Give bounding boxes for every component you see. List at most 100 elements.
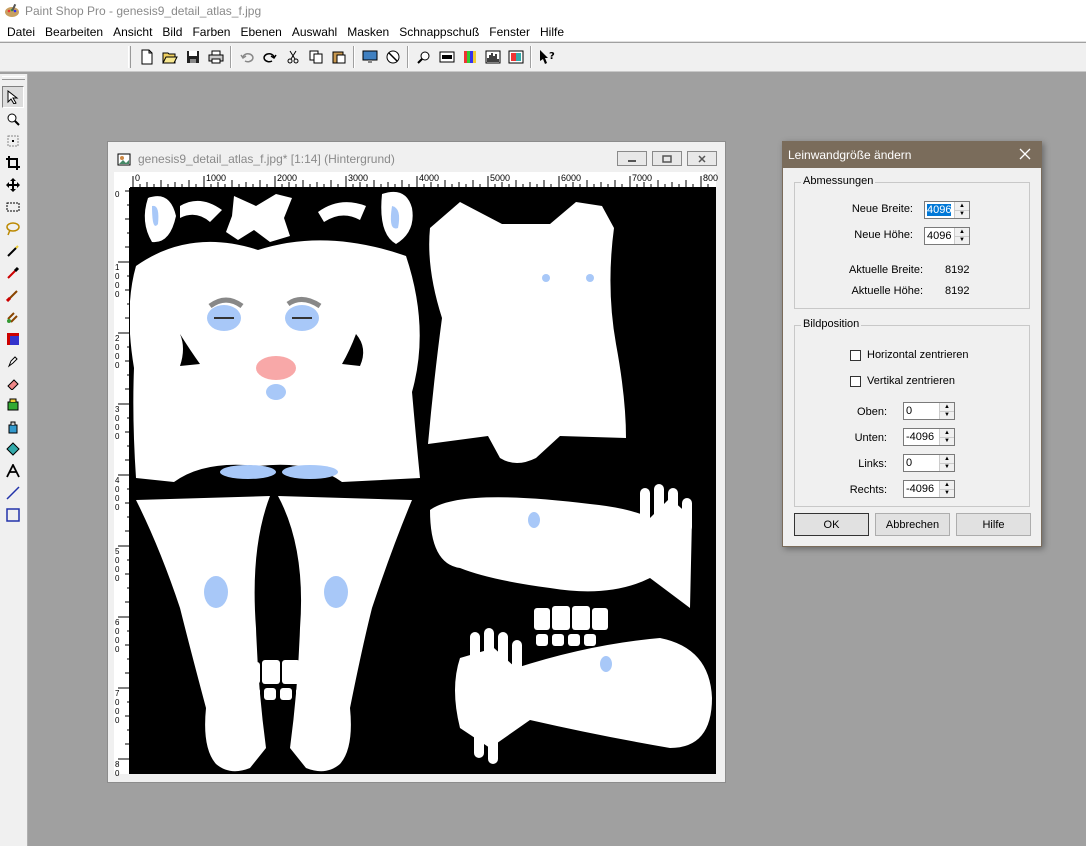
arrow-tool-icon[interactable] [2, 86, 24, 108]
left-label: Links: [858, 458, 887, 470]
spin-up-icon[interactable]: ▲ [940, 429, 954, 437]
top-row: Oben: [795, 406, 887, 418]
new-width-value[interactable]: 4096 [927, 204, 952, 216]
airbrush-tool-icon[interactable] [2, 416, 24, 438]
minimize-button[interactable] [617, 151, 647, 166]
top-value[interactable]: 0 [906, 405, 912, 417]
histogram-icon[interactable] [481, 46, 504, 68]
spin-down-icon[interactable]: ▼ [940, 462, 954, 471]
menu-schnappschuss[interactable]: Schnappschuß [394, 25, 484, 39]
checkbox-box[interactable] [850, 349, 861, 361]
spin-up-icon[interactable]: ▲ [940, 455, 954, 463]
zoom-icon[interactable] [412, 46, 435, 68]
retouch-tool-icon[interactable] [2, 350, 24, 372]
selection-tool-icon[interactable] [2, 196, 24, 218]
checkbox-box[interactable] [850, 375, 861, 387]
spin-up-icon[interactable]: ▲ [940, 481, 954, 489]
left-spinner[interactable]: 0 ▲ ▼ [903, 454, 955, 472]
cut-icon[interactable] [281, 46, 304, 68]
toolbar-separator [230, 46, 232, 68]
minimize-icon [628, 159, 636, 162]
spin-down-icon[interactable]: ▼ [955, 209, 969, 218]
spin-up-icon[interactable]: ▲ [955, 202, 969, 210]
deform-tool-icon[interactable] [2, 130, 24, 152]
toolbar-grip[interactable] [128, 46, 131, 68]
new-height-value[interactable]: 4096 [927, 230, 951, 242]
overview-icon[interactable] [435, 46, 458, 68]
menu-datei[interactable]: Datei [2, 25, 40, 39]
shapes-tool-icon[interactable] [2, 504, 24, 526]
ruler-label: 6000 [561, 173, 582, 183]
left-value[interactable]: 0 [906, 457, 912, 469]
tool-palette [0, 74, 28, 846]
bottom-spinner[interactable]: -4096 ▲ ▼ [903, 428, 955, 446]
spin-down-icon[interactable]: ▼ [940, 488, 954, 497]
save-icon[interactable] [181, 46, 204, 68]
close-window-button[interactable] [687, 151, 717, 166]
clone-brush-tool-icon[interactable] [2, 306, 24, 328]
spin-down-icon[interactable]: ▼ [940, 410, 954, 419]
color-palette-icon[interactable] [458, 46, 481, 68]
print-icon[interactable] [204, 46, 227, 68]
undo-icon[interactable] [235, 46, 258, 68]
image-canvas[interactable] [130, 188, 716, 774]
freehand-tool-icon[interactable] [2, 218, 24, 240]
ruler-label: 3000 [348, 173, 369, 183]
ruler-label: 1000 [206, 173, 227, 183]
menu-hilfe[interactable]: Hilfe [535, 25, 569, 39]
redo-icon[interactable] [258, 46, 281, 68]
tool-palette-grip[interactable] [2, 76, 25, 80]
close-icon[interactable] [1017, 146, 1033, 162]
line-tool-icon[interactable] [2, 482, 24, 504]
menu-bild[interactable]: Bild [157, 25, 187, 39]
paste-icon[interactable] [327, 46, 350, 68]
new-height-spinner[interactable]: 4096 ▲ ▼ [924, 227, 970, 245]
new-width-spinner[interactable]: 4096 ▲ ▼ [924, 201, 970, 219]
full-screen-icon[interactable] [358, 46, 381, 68]
menu-masken[interactable]: Masken [342, 25, 394, 39]
menu-farben[interactable]: Farben [187, 25, 235, 39]
ok-button[interactable]: OK [794, 513, 869, 536]
paint-brush-tool-icon[interactable] [2, 284, 24, 306]
dialog-titlebar[interactable]: Leinwandgröße ändern [783, 142, 1041, 168]
maximize-button[interactable] [652, 151, 682, 166]
right-value[interactable]: -4096 [906, 483, 934, 495]
picture-tube-tool-icon[interactable] [2, 394, 24, 416]
color-replacer-tool-icon[interactable] [2, 328, 24, 350]
menu-fenster[interactable]: Fenster [484, 25, 535, 39]
top-spinner[interactable]: 0 ▲ ▼ [903, 402, 955, 420]
toolbar-separator [407, 46, 409, 68]
flood-fill-tool-icon[interactable] [2, 438, 24, 460]
bottom-value[interactable]: -4096 [906, 431, 934, 443]
ruler-label: 0 [135, 173, 141, 183]
center-horizontal-checkbox[interactable]: Horizontal zentrieren [850, 349, 969, 361]
menu-auswahl[interactable]: Auswahl [287, 25, 342, 39]
center-vertical-checkbox[interactable]: Vertikal zentrieren [850, 375, 955, 387]
browse-icon[interactable] [381, 46, 404, 68]
help-context-icon[interactable]: ? [535, 46, 558, 68]
spin-down-icon[interactable]: ▼ [940, 436, 954, 445]
cancel-button[interactable]: Abbrechen [875, 513, 950, 536]
open-icon[interactable] [158, 46, 181, 68]
document-icon [117, 153, 131, 166]
copy-icon[interactable] [304, 46, 327, 68]
mover-tool-icon[interactable] [2, 174, 24, 196]
new-icon[interactable] [135, 46, 158, 68]
crop-tool-icon[interactable] [2, 152, 24, 174]
image-window[interactable]: genesis9_detail_atlas_f.jpg* [1:14] (Hin… [107, 141, 726, 783]
layers-icon[interactable] [504, 46, 527, 68]
zoom-tool-icon[interactable] [2, 108, 24, 130]
menu-ebenen[interactable]: Ebenen [235, 25, 286, 39]
dropper-tool-icon[interactable] [2, 262, 24, 284]
right-spinner[interactable]: -4096 ▲ ▼ [903, 480, 955, 498]
eraser-tool-icon[interactable] [2, 372, 24, 394]
menu-bearbeiten[interactable]: Bearbeiten [40, 25, 108, 39]
text-tool-icon[interactable] [2, 460, 24, 482]
bottom-row: Unten: [795, 432, 887, 444]
menu-ansicht[interactable]: Ansicht [108, 25, 157, 39]
help-button[interactable]: Hilfe [956, 513, 1031, 536]
magic-wand-tool-icon[interactable] [2, 240, 24, 262]
spin-up-icon[interactable]: ▲ [940, 403, 954, 411]
spin-down-icon[interactable]: ▼ [955, 235, 969, 244]
spin-up-icon[interactable]: ▲ [955, 228, 969, 236]
